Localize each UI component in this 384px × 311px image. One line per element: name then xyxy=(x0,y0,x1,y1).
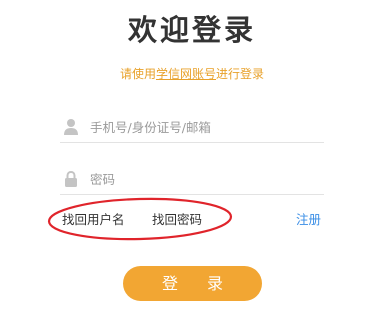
xuexin-account-link[interactable]: 学信网账号 xyxy=(156,67,216,81)
username-field[interactable] xyxy=(60,112,324,143)
page-title: 欢迎登录 xyxy=(127,13,256,47)
password-input[interactable] xyxy=(90,168,320,190)
login-hint: 请使用学信网账号进行登录 xyxy=(0,66,384,82)
lock-icon xyxy=(65,170,77,187)
username-input[interactable] xyxy=(90,116,320,138)
find-password-link[interactable]: 找回密码 xyxy=(152,210,202,230)
login-hint-prefix: 请使用 xyxy=(119,67,156,81)
user-icon xyxy=(64,119,78,135)
find-username-link[interactable]: 找回用户名 xyxy=(62,210,125,230)
register-link[interactable]: 注册 xyxy=(296,210,321,230)
account-links: 找回用户名 找回密码 注册 xyxy=(0,210,384,230)
login-button[interactable]: 登 录 xyxy=(123,266,262,301)
password-field[interactable] xyxy=(60,164,324,195)
login-hint-suffix: 进行登录 xyxy=(216,67,265,81)
